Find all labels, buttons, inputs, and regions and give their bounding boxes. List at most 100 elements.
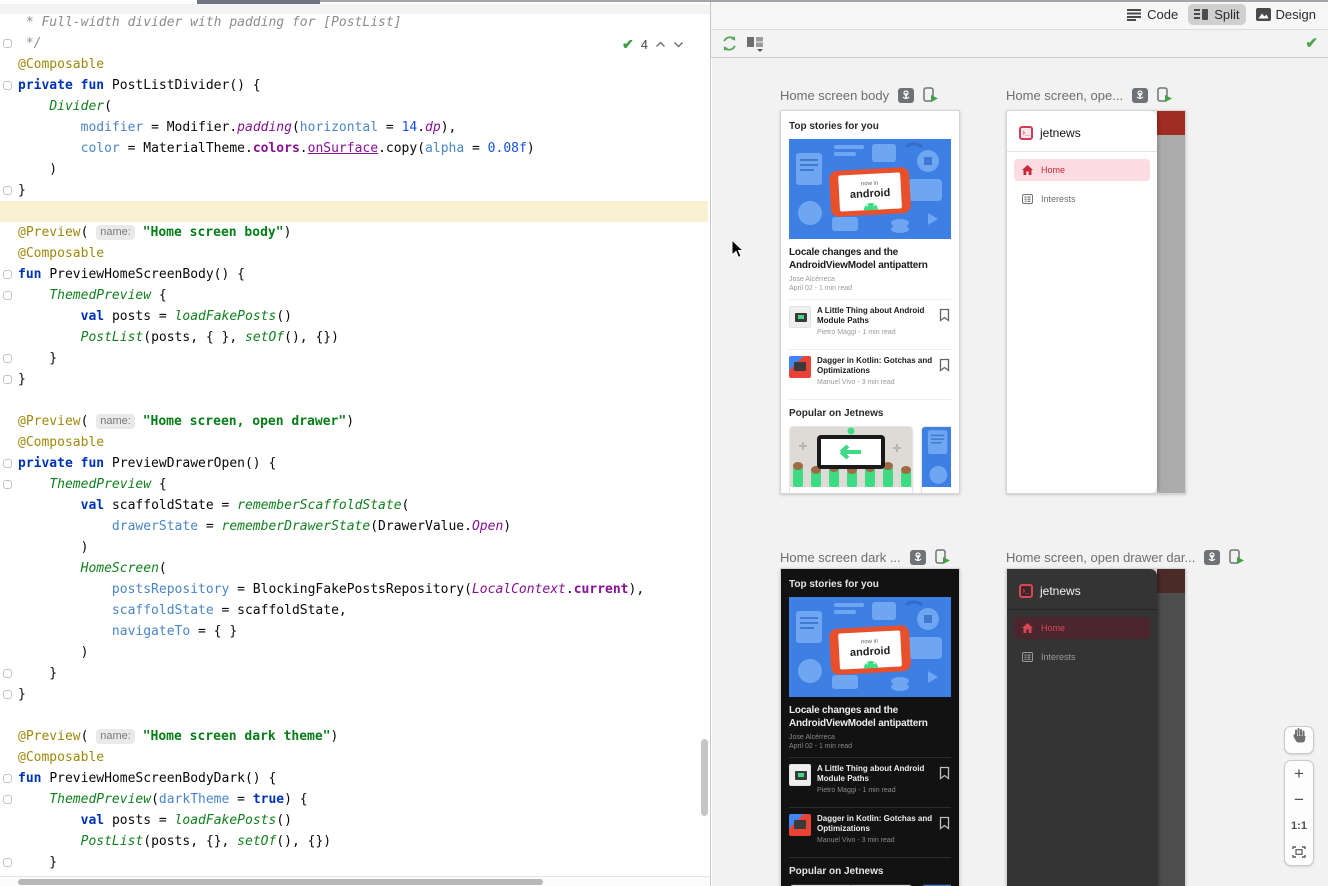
hero-image[interactable]: now in android bbox=[789, 597, 951, 697]
toggle-code[interactable]: Code bbox=[1121, 4, 1184, 25]
zoom-in-button[interactable]: + bbox=[1285, 761, 1313, 787]
fold-marker[interactable] bbox=[3, 858, 12, 867]
code-line[interactable]: ThemedPreview { bbox=[18, 285, 710, 306]
zoom-to-fit-button[interactable] bbox=[1285, 839, 1313, 865]
code-line[interactable]: } bbox=[18, 663, 710, 684]
fold-marker[interactable] bbox=[3, 669, 12, 678]
preview-layout-icon[interactable] bbox=[747, 36, 765, 57]
code-line[interactable]: private fun PreviewDrawerOpen() { bbox=[18, 453, 710, 474]
code-line[interactable]: @Preview( name: "Home screen dark theme"… bbox=[18, 726, 710, 747]
popular-card[interactable]: now in android Locale changes and the An… bbox=[921, 426, 951, 494]
pan-button[interactable] bbox=[1284, 726, 1314, 754]
interactive-preview-icon[interactable] bbox=[1132, 88, 1148, 103]
code-line[interactable] bbox=[18, 705, 710, 726]
code-line[interactable]: Divider( bbox=[18, 96, 710, 117]
interactive-preview-icon[interactable] bbox=[898, 88, 914, 103]
popular-carousel[interactable]: From Java Programming Langua... Florina … bbox=[789, 426, 951, 494]
feed-item[interactable]: A Little Thing about Android Module Path… bbox=[789, 300, 951, 342]
bookmark-icon[interactable] bbox=[939, 308, 951, 322]
fold-marker[interactable] bbox=[3, 291, 12, 300]
code-line[interactable]: } bbox=[18, 348, 710, 369]
drawer-item-interests[interactable]: Interests bbox=[1014, 188, 1150, 210]
feed-item-title[interactable]: A Little Thing about Android Module Path… bbox=[817, 764, 933, 784]
code-line[interactable]: @Composable bbox=[18, 243, 710, 264]
fold-marker[interactable] bbox=[3, 375, 12, 384]
next-problem-icon[interactable] bbox=[673, 41, 684, 48]
fold-marker[interactable] bbox=[3, 459, 12, 468]
split-divider[interactable] bbox=[710, 0, 711, 886]
code-line[interactable]: color = MaterialTheme.colors.onSurface.c… bbox=[18, 138, 710, 159]
run-preview-icon[interactable] bbox=[1157, 87, 1172, 103]
code-line[interactable]: @Preview( name: "Home screen body") bbox=[18, 222, 710, 243]
code-line[interactable]: } bbox=[18, 684, 710, 705]
code-line[interactable]: fun PreviewHomeScreenBody() { bbox=[18, 264, 710, 285]
feed-item-title[interactable]: Dagger in Kotlin: Gotchas and Optimizati… bbox=[817, 356, 933, 376]
code-line[interactable]: val scaffoldState = rememberScaffoldStat… bbox=[18, 495, 710, 516]
interactive-preview-icon[interactable] bbox=[1204, 550, 1220, 565]
run-preview-icon[interactable] bbox=[935, 549, 950, 565]
fold-marker[interactable] bbox=[3, 690, 12, 699]
fold-marker[interactable] bbox=[3, 39, 12, 48]
code-line[interactable]: @Composable bbox=[18, 747, 710, 768]
fold-marker[interactable] bbox=[3, 354, 12, 363]
drawer-item-home[interactable]: Home bbox=[1014, 159, 1150, 181]
code-line[interactable]: } bbox=[18, 369, 710, 390]
code-line[interactable]: PostList(posts, { }, setOf(), {}) bbox=[18, 327, 710, 348]
code-lines[interactable]: * Full-width divider with padding for [P… bbox=[18, 12, 710, 873]
drawer-item-home[interactable]: Home bbox=[1014, 617, 1150, 639]
feed-item[interactable]: Dagger in Kotlin: Gotchas and Optimizati… bbox=[789, 350, 951, 392]
feed-item[interactable]: Dagger in Kotlin: Gotchas and Optimizati… bbox=[789, 808, 951, 850]
feed-item[interactable]: A Little Thing about Android Module Path… bbox=[789, 758, 951, 800]
bookmark-icon[interactable] bbox=[939, 816, 951, 830]
interactive-preview-icon[interactable] bbox=[910, 550, 926, 565]
editor-tab-indicator[interactable] bbox=[197, 0, 320, 4]
editor-horizontal-scrollbar[interactable] bbox=[0, 876, 710, 886]
run-preview-icon[interactable] bbox=[923, 87, 938, 103]
code-line[interactable]: @Composable bbox=[18, 432, 710, 453]
code-line[interactable]: ThemedPreview(darkTheme = true) { bbox=[18, 789, 710, 810]
code-line[interactable] bbox=[18, 201, 710, 222]
bookmark-icon[interactable] bbox=[939, 358, 951, 372]
code-line[interactable]: PostList(posts, {}, setOf(), {}) bbox=[18, 831, 710, 852]
code-line[interactable]: } bbox=[18, 180, 710, 201]
code-line[interactable]: scaffoldState = scaffoldState, bbox=[18, 600, 710, 621]
editor-gutter[interactable] bbox=[0, 12, 18, 886]
bookmark-icon[interactable] bbox=[939, 766, 951, 780]
code-line[interactable]: ) bbox=[18, 537, 710, 558]
code-line[interactable]: @Preview( name: "Home screen, open drawe… bbox=[18, 411, 710, 432]
code-line[interactable]: ) bbox=[18, 159, 710, 180]
drawer-item-interests[interactable]: Interests bbox=[1014, 646, 1150, 668]
toggle-design[interactable]: Design bbox=[1250, 4, 1322, 25]
code-line[interactable]: ThemedPreview { bbox=[18, 474, 710, 495]
code-line[interactable]: navigateTo = { } bbox=[18, 621, 710, 642]
code-line[interactable]: val posts = loadFakePosts() bbox=[18, 306, 710, 327]
feed-item-title[interactable]: A Little Thing about Android Module Path… bbox=[817, 306, 933, 326]
refresh-previews-icon[interactable] bbox=[721, 35, 738, 57]
hero-title[interactable]: Locale changes and the AndroidViewModel … bbox=[789, 246, 951, 272]
toggle-split[interactable]: Split bbox=[1188, 4, 1245, 25]
fold-marker[interactable] bbox=[3, 795, 12, 804]
popular-card[interactable]: From Java Programming Langua... Florina … bbox=[789, 426, 913, 494]
code-line[interactable]: */ bbox=[18, 33, 710, 54]
preview-thumbnail-open-drawer-dark[interactable]: ›_ jetnews Home Interests bbox=[1006, 568, 1186, 886]
feed-item-title[interactable]: Dagger in Kotlin: Gotchas and Optimizati… bbox=[817, 814, 933, 834]
editor-vertical-scrollbar[interactable] bbox=[701, 739, 708, 816]
code-line[interactable]: val posts = loadFakePosts() bbox=[18, 810, 710, 831]
code-line[interactable]: } bbox=[18, 852, 710, 873]
hero-title[interactable]: Locale changes and the AndroidViewModel … bbox=[789, 704, 951, 730]
fold-marker[interactable] bbox=[3, 480, 12, 489]
code-line[interactable]: HomeScreen( bbox=[18, 558, 710, 579]
code-line[interactable]: drawerState = rememberDrawerState(Drawer… bbox=[18, 516, 710, 537]
zoom-actual-size-button[interactable]: 1:1 bbox=[1285, 813, 1313, 839]
code-line[interactable]: fun PreviewHomeScreenBodyDark() { bbox=[18, 768, 710, 789]
code-line[interactable]: @Composable bbox=[18, 54, 710, 75]
code-line[interactable]: * Full-width divider with padding for [P… bbox=[18, 12, 710, 33]
preview-thumbnail-home-body[interactable]: Top stories for you now in android bbox=[780, 110, 960, 494]
hero-image[interactable]: now in android bbox=[789, 139, 951, 239]
code-line[interactable]: modifier = Modifier.padding(horizontal =… bbox=[18, 117, 710, 138]
code-line[interactable]: postsRepository = BlockingFakePostsRepos… bbox=[18, 579, 710, 600]
inspections-widget[interactable]: ✔ 4 bbox=[622, 36, 684, 53]
code-line[interactable] bbox=[18, 390, 710, 411]
preview-thumbnail-home-body-dark[interactable]: Top stories for you now in android bbox=[780, 568, 960, 886]
run-preview-icon[interactable] bbox=[1229, 549, 1244, 565]
